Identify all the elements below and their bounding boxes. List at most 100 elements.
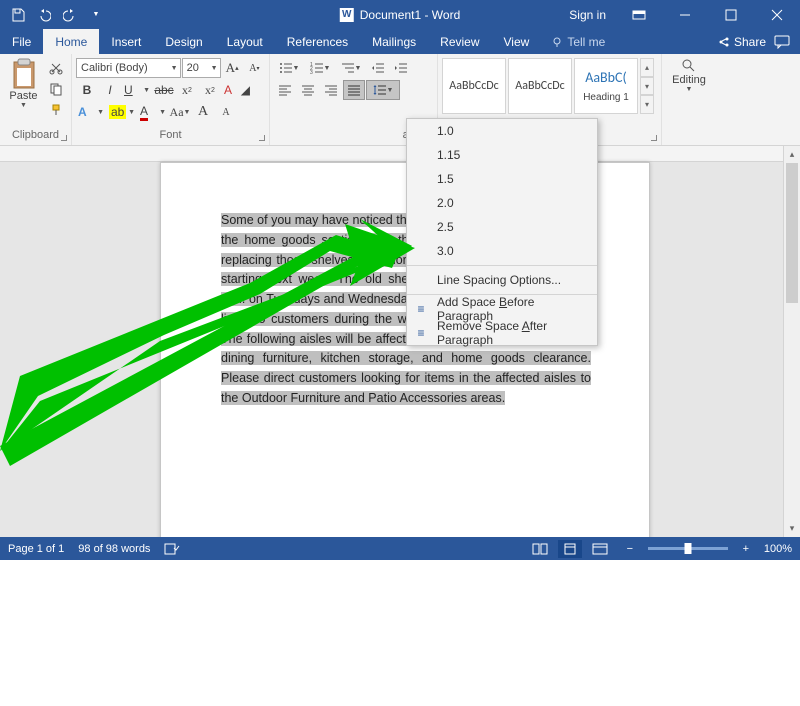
tab-file[interactable]: File (0, 29, 43, 54)
close-button[interactable] (754, 0, 800, 29)
bullets-button[interactable]: ▼ (274, 58, 304, 78)
zoom-out-button[interactable]: − (618, 540, 642, 558)
copy-button[interactable] (45, 79, 67, 99)
subscript-button[interactable]: x2 (176, 80, 198, 100)
zoom-slider[interactable] (648, 547, 728, 550)
tab-design[interactable]: Design (153, 29, 214, 54)
save-button[interactable] (6, 3, 30, 27)
justify-button[interactable] (343, 80, 365, 100)
spacing-1-15[interactable]: 1.15 (407, 143, 597, 167)
tab-layout[interactable]: Layout (215, 29, 275, 54)
align-left-icon (278, 84, 292, 96)
grow-font-a-button[interactable]: A (192, 102, 214, 122)
editing-menu[interactable]: Editing ▼ (666, 58, 712, 93)
web-layout-button[interactable] (588, 540, 612, 558)
font-dialog-launcher[interactable] (255, 131, 267, 143)
styles-expand[interactable]: ▾ (640, 95, 654, 114)
comments-button[interactable] (774, 35, 790, 49)
share-icon (718, 36, 730, 48)
style-normal[interactable]: AaBbCcDc (442, 58, 506, 114)
ribbon-display-options[interactable] (616, 0, 662, 29)
group-label-font: Font (76, 127, 265, 143)
align-left-button[interactable] (274, 80, 296, 100)
font-color-button[interactable]: A▼ (138, 102, 168, 122)
scroll-thumb[interactable] (786, 163, 798, 303)
tab-insert[interactable]: Insert (99, 29, 153, 54)
undo-button[interactable] (32, 3, 56, 27)
scroll-up-button[interactable]: ▴ (784, 146, 800, 163)
paste-button[interactable]: Paste ▼ (4, 56, 43, 127)
spacing-2-5[interactable]: 2.5 (407, 215, 597, 239)
numbering-button[interactable]: 123▼ (305, 58, 335, 78)
clear-formatting-button[interactable]: A◢ (222, 80, 252, 100)
multilevel-icon (341, 62, 355, 74)
line-spacing-button[interactable]: ▼ (366, 80, 400, 100)
eraser-icon: ◢ (241, 83, 250, 97)
shrink-font-a-button[interactable]: A (215, 102, 237, 122)
underline-button[interactable]: U▼ (122, 80, 152, 100)
page-indicator[interactable]: Page 1 of 1 (8, 543, 64, 555)
spell-check-icon[interactable] (164, 542, 180, 556)
tab-view[interactable]: View (492, 29, 542, 54)
space-before-icon: ≡ (413, 302, 429, 316)
share-button[interactable]: Share (718, 35, 766, 49)
strikethrough-button[interactable]: abc (153, 80, 175, 100)
numbering-icon: 123 (310, 62, 324, 74)
ruler[interactable] (0, 146, 783, 162)
remove-space-after[interactable]: ≡Remove Space After Paragraph (407, 321, 597, 345)
minimize-button[interactable] (662, 0, 708, 29)
format-painter-button[interactable] (45, 100, 67, 120)
copy-icon (49, 82, 63, 96)
scroll-down-button[interactable]: ▾ (784, 520, 800, 537)
style-heading1[interactable]: AaBbC( Heading 1 (574, 58, 638, 114)
text-effects-button[interactable]: A▼ (76, 102, 106, 122)
read-mode-button[interactable] (528, 540, 552, 558)
word-count[interactable]: 98 of 98 words (78, 543, 150, 555)
change-case-button[interactable]: Aa▼ (169, 102, 191, 122)
brush-icon (49, 103, 63, 117)
bold-button[interactable]: B (76, 80, 98, 100)
align-center-button[interactable] (297, 80, 319, 100)
indent-icon (394, 62, 408, 74)
spacing-3-0[interactable]: 3.0 (407, 239, 597, 263)
clipboard-dialog-launcher[interactable] (57, 131, 69, 143)
align-center-icon (301, 84, 315, 96)
add-space-before[interactable]: ≡Add Space Before Paragraph (407, 297, 597, 321)
sign-in-link[interactable]: Sign in (559, 8, 616, 22)
tab-review[interactable]: Review (428, 29, 491, 54)
highlight-button[interactable]: ab▼ (107, 102, 137, 122)
italic-button[interactable]: I (99, 80, 121, 100)
align-right-button[interactable] (320, 80, 342, 100)
tell-me[interactable]: Tell me (541, 29, 615, 54)
qat-customize[interactable]: ▼ (84, 3, 108, 27)
line-spacing-options[interactable]: Line Spacing Options... (407, 268, 597, 292)
font-name-combo[interactable]: Calibri (Body)▼ (76, 58, 181, 78)
styles-scroll-down[interactable]: ▾ (640, 77, 654, 96)
maximize-button[interactable] (708, 0, 754, 29)
tab-mailings[interactable]: Mailings (360, 29, 428, 54)
style-no-spacing[interactable]: AaBbCcDc (508, 58, 572, 114)
tab-home[interactable]: Home (43, 29, 99, 54)
multilevel-list-button[interactable]: ▼ (336, 58, 366, 78)
vertical-scrollbar[interactable]: ▴ ▾ (783, 146, 800, 537)
zoom-in-button[interactable]: + (734, 540, 758, 558)
document-area[interactable]: Some of you may have noticed the wear an… (0, 146, 783, 537)
zoom-level[interactable]: 100% (764, 543, 792, 555)
styles-dialog-launcher[interactable] (647, 131, 659, 143)
print-layout-button[interactable] (558, 540, 582, 558)
line-spacing-icon (373, 84, 387, 96)
increase-indent-button[interactable] (390, 58, 412, 78)
shrink-font-button[interactable]: A▾ (244, 58, 265, 78)
grow-font-button[interactable]: A▴ (222, 58, 243, 78)
styles-scroll-up[interactable]: ▴ (640, 58, 654, 77)
superscript-button[interactable]: x2 (199, 80, 221, 100)
decrease-indent-button[interactable] (367, 58, 389, 78)
spacing-2-0[interactable]: 2.0 (407, 191, 597, 215)
cut-button[interactable] (45, 58, 67, 78)
spacing-1-5[interactable]: 1.5 (407, 167, 597, 191)
tab-references[interactable]: References (275, 29, 360, 54)
redo-button[interactable] (58, 3, 82, 27)
scissors-icon (49, 61, 63, 75)
font-size-combo[interactable]: 20▼ (182, 58, 221, 78)
spacing-1-0[interactable]: 1.0 (407, 119, 597, 143)
